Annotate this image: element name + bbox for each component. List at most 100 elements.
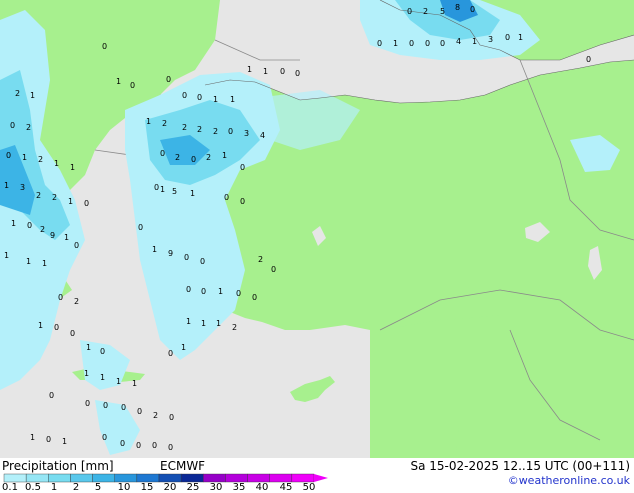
precip-value-label: 0: [168, 443, 173, 452]
precip-value-label: 2: [182, 123, 187, 132]
precip-value-label: 3: [488, 35, 493, 44]
precip-value-label: 1: [218, 287, 223, 296]
precip-value-label: 1: [54, 159, 59, 168]
scale-tick-label: 0.5: [25, 482, 41, 493]
scale-swatch: [114, 473, 138, 483]
precip-value-label: 2: [423, 7, 428, 16]
precip-value-label: 0: [182, 91, 187, 100]
scale-swatch: [70, 473, 93, 483]
precip-value-label: 0: [100, 347, 105, 356]
precip-value-label: 1: [11, 219, 16, 228]
precip-value-label: 1: [247, 65, 252, 74]
precip-value-label: 1: [30, 433, 35, 442]
precip-value-label: 0: [224, 193, 229, 202]
precip-value-label: 1: [213, 95, 218, 104]
scale-swatch: [291, 473, 315, 483]
map-title: Precipitation [mm]: [2, 459, 114, 473]
precip-value-label: 0: [240, 163, 245, 172]
precip-value-label: 0: [280, 67, 285, 76]
precip-value-label: 1: [26, 257, 31, 266]
scale-tick-label: 45: [279, 482, 293, 493]
precip-value-label: 0: [409, 39, 414, 48]
credit-link[interactable]: ©weatheronline.co.uk: [508, 474, 630, 487]
precip-value-label: 1: [190, 189, 195, 198]
precip-value-label: 1: [84, 369, 89, 378]
precip-value-label: 1: [70, 163, 75, 172]
valid-datetime: Sa 15-02-2025 12..15 UTC (00+111): [410, 459, 630, 473]
precip-value-label: 2: [40, 225, 45, 234]
precip-value-label: 1: [132, 379, 137, 388]
precip-value-label: 1: [64, 233, 69, 242]
precip-value-label: 0: [130, 81, 135, 90]
precip-value-label: 0: [121, 403, 126, 412]
precip-value-label: 0: [186, 285, 191, 294]
precip-value-label: 1: [30, 91, 35, 100]
precip-value-label: 0: [201, 287, 206, 296]
precip-value-label: 1: [86, 343, 91, 352]
scale-swatch: [225, 473, 248, 483]
precip-value-label: 1: [518, 33, 523, 42]
precip-value-label: 0: [586, 55, 591, 64]
precip-value-label: 1: [62, 437, 67, 446]
precip-value-label: 2: [258, 255, 263, 264]
precip-value-label: 1: [472, 37, 477, 46]
precip-value-label: 2: [162, 119, 167, 128]
precip-value-label: 0: [184, 253, 189, 262]
precip-value-label: 1: [68, 197, 73, 206]
precip-value-label: 1: [160, 185, 165, 194]
scale-swatch: [247, 473, 270, 483]
precip-value-label: 2: [15, 89, 20, 98]
precip-value-label: 0: [103, 401, 108, 410]
precip-value-label: 0: [505, 33, 510, 42]
precip-value-label: 0: [49, 391, 54, 400]
scale-swatch: [48, 473, 71, 483]
precip-value-label: 1: [38, 321, 43, 330]
precip-value-label: 0: [152, 441, 157, 450]
precip-value-label: 0: [154, 183, 159, 192]
precip-value-label: 0: [228, 127, 233, 136]
scale-swatch: [203, 473, 226, 483]
precip-value-label: 0: [120, 439, 125, 448]
precip-value-label: 0: [70, 329, 75, 338]
precip-value-label: 0: [102, 42, 107, 51]
model-label: ECMWF: [160, 459, 206, 473]
precip-value-label: 0: [46, 435, 51, 444]
scale-tick-label: 1: [50, 482, 58, 493]
precip-value-label: 1: [393, 39, 398, 48]
precip-value-label: 3: [244, 129, 249, 138]
precip-value-label: 0: [85, 399, 90, 408]
scale-swatch: [180, 473, 204, 483]
precip-value-label: 0: [168, 349, 173, 358]
precip-value-label: 9: [50, 231, 55, 240]
scale-tick-label: 25: [186, 482, 200, 493]
precip-value-label: 2: [38, 155, 43, 164]
precip-value-label: 0: [377, 39, 382, 48]
precip-value-label: 0: [136, 441, 141, 450]
precip-value-label: 8: [455, 3, 460, 12]
precip-value-label: 0: [10, 121, 15, 130]
scale-tick-label: 10: [117, 482, 131, 493]
precip-value-label: 1: [100, 373, 105, 382]
precip-value-label: 2: [213, 127, 218, 136]
scale-tick-label: 30: [209, 482, 223, 493]
scale-tick-label: 40: [255, 482, 269, 493]
precip-value-label: 0: [84, 199, 89, 208]
precip-value-label: 0: [102, 433, 107, 442]
precip-value-label: 1: [152, 245, 157, 254]
precip-value-label: 0: [236, 289, 241, 298]
precip-value-label: 9: [168, 249, 173, 258]
precip-value-label: 0: [166, 75, 171, 84]
precip-value-label: 0: [27, 221, 32, 230]
precip-value-label: 1: [201, 319, 206, 328]
precipitation-map: 0 2 5 8 00 1 0 0 0 4 1 3 0 101 1 0 001 000 0 1 12 10 2 2 2 2 0 3 41 2…: [0, 0, 634, 458]
scale-tick-label: 15: [140, 482, 154, 493]
scale-swatch: [158, 473, 182, 483]
precip-value-label: 1: [4, 251, 9, 260]
precip-value-label: 0: [240, 197, 245, 206]
precip-value-label: 1: [146, 117, 151, 126]
scale-tick-label: 50: [302, 482, 316, 493]
precip-value-label: 1: [116, 377, 121, 386]
precip-value-label: 2: [26, 123, 31, 132]
precip-value-label: 2: [74, 297, 79, 306]
precip-value-label: 2: [153, 411, 158, 420]
